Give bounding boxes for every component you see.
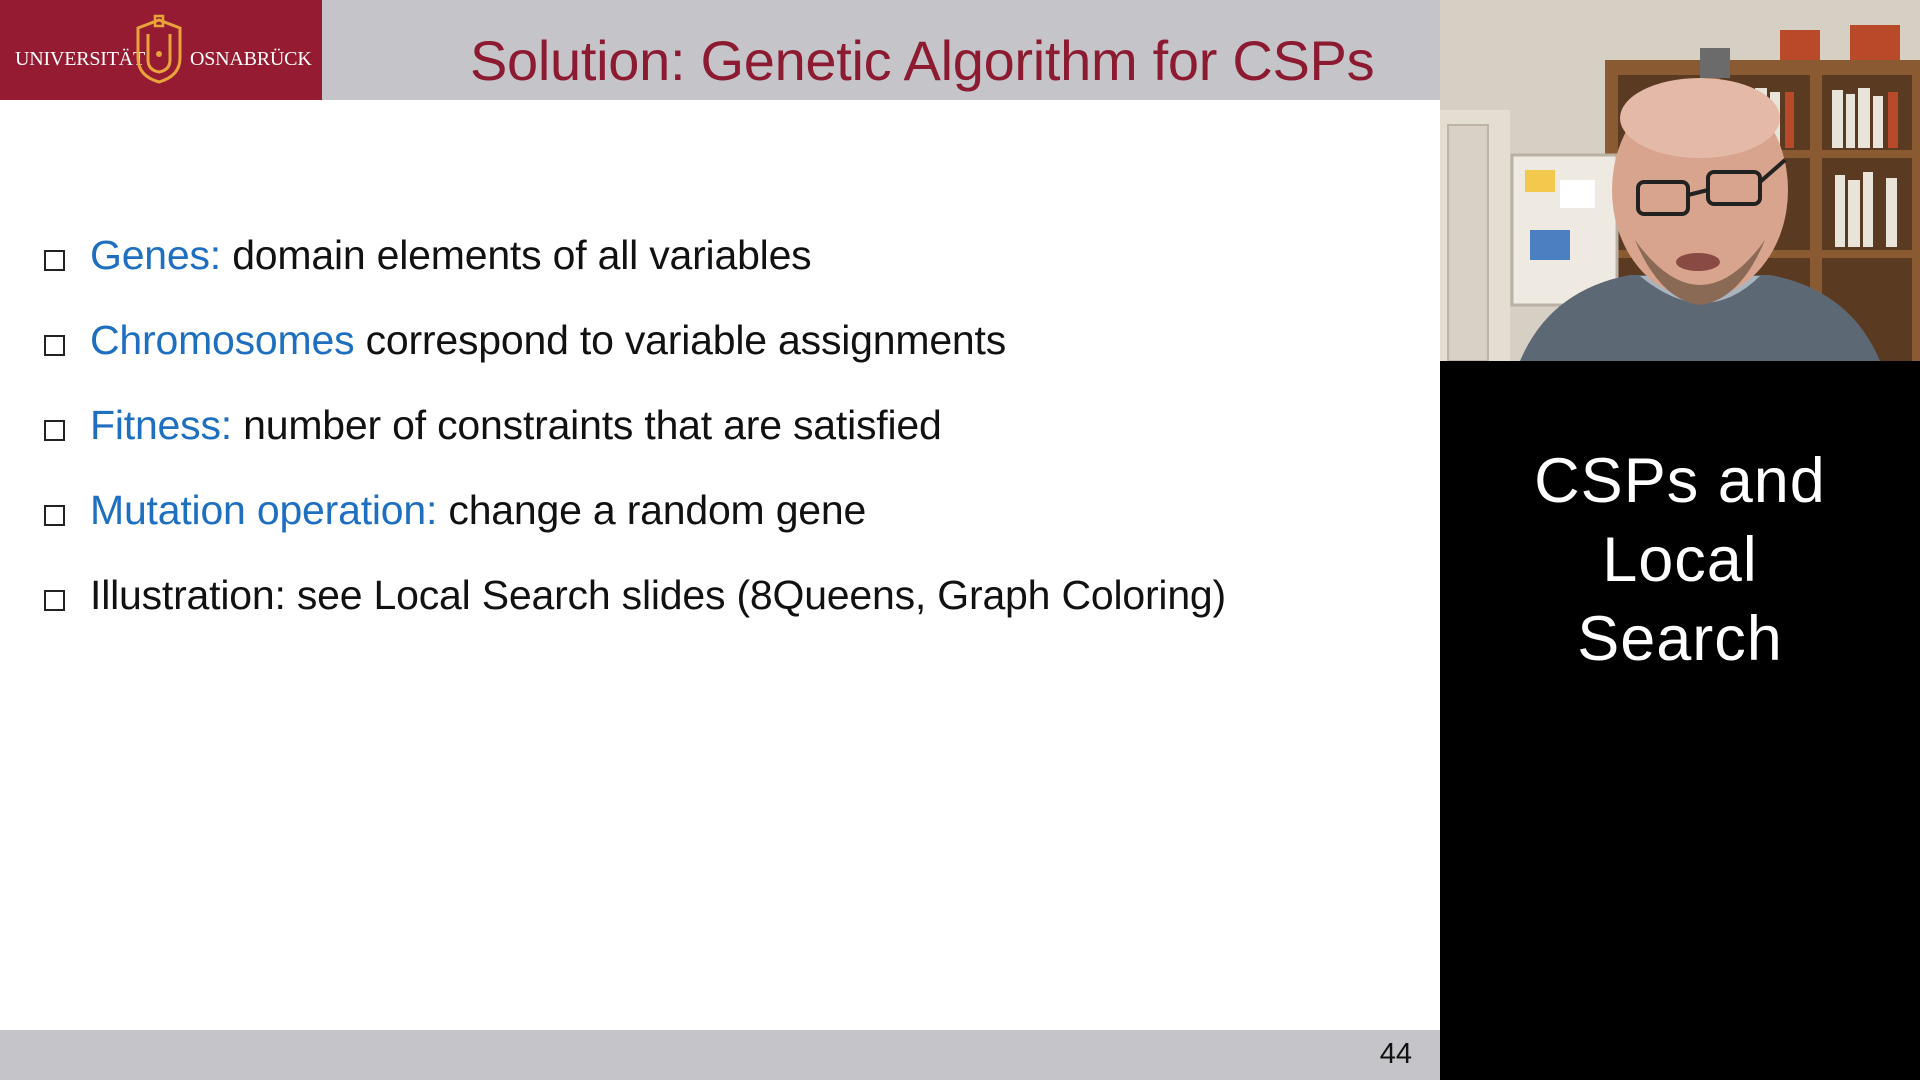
logo-right-word: OSNABRÜCK — [190, 48, 312, 70]
side-panel: CSPs and Local Search — [1440, 0, 1920, 1080]
square-bullet-icon — [44, 335, 65, 356]
bullet-text: change a random gene — [437, 487, 867, 533]
lecture-slide: UNIVERSITÄT OSNABRÜCK Solution: Genetic … — [0, 0, 1440, 1080]
bullet-list: Genes: domain elements of all variables … — [42, 232, 1226, 657]
bullet-term: Chromosomes — [90, 317, 355, 363]
logo-left-word: UNIVERSITÄT — [15, 48, 146, 70]
bullet-text: number of constraints that are satisfied — [231, 402, 942, 448]
bullet-term: Mutation operation: — [90, 487, 438, 533]
square-bullet-icon — [44, 250, 65, 271]
bullet-mutation: Mutation operation: change a random gene — [42, 487, 1226, 572]
slide-footer: 44 — [0, 1030, 1440, 1080]
bullet-term: Fitness: — [90, 402, 232, 448]
section-title: CSPs and Local Search — [1440, 442, 1920, 679]
bullet-term: Genes: — [90, 232, 221, 278]
square-bullet-icon — [44, 590, 65, 611]
bullet-text: correspond to variable assignments — [354, 317, 1007, 363]
bullet-genes: Genes: domain elements of all variables — [42, 232, 1226, 317]
square-bullet-icon — [44, 505, 65, 526]
crest-icon — [136, 14, 182, 84]
section-title-line: CSPs and — [1534, 446, 1826, 516]
presenter-video — [1440, 0, 1920, 361]
square-bullet-icon — [44, 420, 65, 441]
university-logo: UNIVERSITÄT OSNABRÜCK — [0, 0, 322, 100]
slide-header: UNIVERSITÄT OSNABRÜCK Solution: Genetic … — [0, 0, 1440, 100]
bullet-fitness: Fitness: number of constraints that are … — [42, 402, 1226, 487]
bullet-illustration: Illustration: see Local Search slides (8… — [42, 572, 1226, 657]
page-number: 44 — [1379, 1038, 1412, 1070]
presenter-video-icon — [1440, 0, 1920, 361]
bullet-chromosomes: Chromosomes correspond to variable assig… — [42, 317, 1226, 402]
section-title-line: Local — [1602, 525, 1758, 595]
slide-title: Solution: Genetic Algorithm for CSPs — [470, 29, 1375, 92]
bullet-text: domain elements of all variables — [221, 232, 812, 278]
section-title-line: Search — [1577, 604, 1783, 674]
bullet-text: Illustration: see Local Search slides (8… — [90, 572, 1226, 618]
